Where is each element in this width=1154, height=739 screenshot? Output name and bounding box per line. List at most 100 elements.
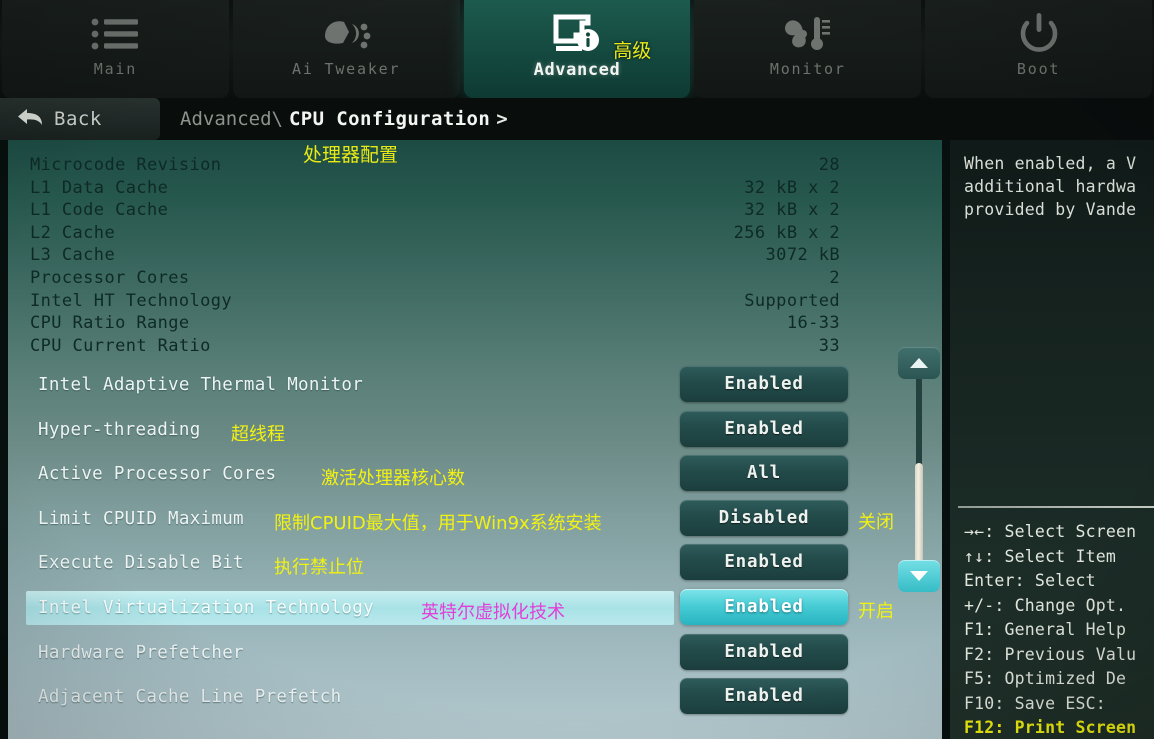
info-value: 32 kB x 2 [744, 200, 840, 221]
help-line: additional hardwa [964, 177, 1137, 196]
nav-tab-main[interactable]: Main [2, 0, 229, 98]
info-label: Microcode Revision [30, 155, 222, 175]
info-row: CPU Ratio Range 16-33 [30, 312, 840, 334]
setting-row[interactable]: Execute Disable Bit 执行禁止位 Enabled [16, 544, 926, 582]
setting-value-label: Enabled [724, 552, 804, 573]
nav-tab-label: Monitor [769, 60, 846, 78]
info-label: L3 Cache [30, 245, 116, 266]
setting-label: Hyper-threading [38, 419, 201, 440]
hotkey-item: →←: Select Screen [964, 522, 1137, 541]
fan-thermometer-icon [781, 12, 835, 56]
info-row: Intel HT Technology Supported [30, 290, 840, 312]
info-value: 3072 kB [765, 245, 840, 266]
hotkey-item: +/-: Change Opt. [964, 595, 1127, 615]
setting-value-button[interactable]: All [680, 455, 848, 492]
hotkey-item: F5: Optimized De [964, 669, 1127, 688]
info-row: L2 Cache 256 kB x 2 [30, 222, 840, 244]
info-label: L1 Code Cache [30, 200, 169, 221]
nav-tab-cn-annotation: 高级 [613, 40, 652, 62]
info-row: CPU Current Ratio 33 [30, 335, 840, 357]
nav-tab-monitor[interactable]: Monitor [694, 0, 922, 98]
info-row: L1 Code Cache 32 kB x 2 [30, 199, 840, 221]
setting-value-label: All [746, 463, 781, 484]
help-line: When enabled, a V [964, 154, 1137, 173]
main-settings-panel: Microcode Revision 28 L1 Data Cache 32 kB x… [8, 140, 942, 739]
breadcrumb: Advanced\ CPU Configuration > [180, 98, 508, 140]
setting-value-label: Enabled [724, 418, 804, 439]
power-icon [1017, 12, 1061, 56]
nav-tab-label: Ai Tweaker [292, 60, 401, 78]
back-button[interactable]: Back [0, 98, 160, 140]
bios-screen: Main Ai Tweaker Advanced 高级 Monitor Boot Back… [0, 0, 1154, 739]
info-label: CPU Current Ratio [30, 335, 211, 356]
setting-row[interactable]: Adjacent Cache Line Prefetch Enabled [16, 678, 926, 716]
hotkey-list: →←: Select Screen ↑↓: Select Item Enter: S… [964, 520, 1136, 739]
hotkey-item: ↑↓: Select Item [964, 546, 1117, 566]
setting-row[interactable]: Hardware Prefetcher Enabled [16, 633, 926, 672]
nav-tab-label: Advanced [533, 60, 621, 80]
nav-tab-label: Main [93, 60, 138, 78]
hotkey-item: F1: General Help [964, 620, 1127, 639]
setting-value-button[interactable]: Enabled [680, 410, 848, 447]
setting-value-button[interactable]: Enabled [680, 678, 848, 715]
setting-row[interactable]: Intel Virtualization Technology 英特尔虚拟化技术 E… [16, 589, 926, 627]
nav-tab-boot[interactable]: Boot [925, 0, 1152, 98]
setting-cn-annotation: 限制CPUID最大值，用于Win9x系统安装 [274, 512, 602, 534]
scroll-down-button[interactable] [898, 560, 940, 592]
hotkey-item: F12: Print Screen [964, 718, 1137, 737]
setting-value-button[interactable]: Enabled [680, 366, 848, 402]
nav-tab-advanced[interactable]: Advanced 高级 [463, 0, 691, 98]
setting-value-label: Enabled [724, 374, 804, 394]
info-label: Processor Cores [30, 268, 190, 288]
setting-label: Intel Virtualization Technology [38, 598, 374, 618]
info-row: L1 Data Cache 32 kB x 2 [30, 177, 840, 199]
info-value: Supported [744, 290, 840, 311]
setting-row[interactable]: Limit CPUID Maximum 限制CPUID最大值，用于Win9x系统安… [16, 499, 926, 538]
hotkey-item: F10: Save ESC: [964, 693, 1106, 713]
info-value: 256 kB x 2 [733, 222, 840, 243]
info-label: L2 Cache [30, 222, 116, 243]
hotkey-item: Enter: Select [964, 571, 1096, 590]
setting-value-button[interactable]: Enabled [680, 589, 848, 625]
setting-cn-annotation: 超线程 [231, 423, 285, 445]
list-icon [89, 12, 141, 56]
setting-row[interactable]: Intel Adaptive Thermal Monitor Enabled [16, 366, 926, 404]
setting-label: Execute Disable Bit [38, 553, 244, 574]
breadcrumb-arrow-icon: > [496, 108, 508, 130]
nav-tab-ai-tweaker[interactable]: Ai Tweaker [232, 0, 460, 98]
setting-value-button[interactable]: Enabled [680, 544, 848, 581]
info-row: L3 Cache 3072 kB [30, 244, 840, 266]
help-description-text: When enabled, a V additional hardwa provid… [964, 152, 1154, 221]
scroll-up-button[interactable] [898, 347, 940, 379]
help-panel: When enabled, a V additional hardwa provid… [950, 140, 1154, 739]
breadcrumb-parent[interactable]: Advanced\ [180, 108, 283, 130]
monitor-info-icon [551, 12, 603, 56]
setting-value-button[interactable]: Disabled [680, 499, 848, 536]
setting-value-button[interactable]: Enabled [680, 633, 848, 670]
setting-label: Limit CPUID Maximum [38, 508, 244, 529]
nav-tab-label: Boot [1016, 60, 1061, 78]
hotkey-separator [958, 506, 1154, 508]
setting-row[interactable]: Hyper-threading 超线程 Enabled [16, 410, 926, 449]
setting-value-label: Enabled [724, 641, 804, 662]
setting-label: Active Processor Cores [38, 464, 277, 485]
value-cn-annotation: 开启 [858, 601, 894, 622]
scrollbar-thumb[interactable] [915, 463, 923, 568]
top-navigation-bar: Main Ai Tweaker Advanced 高级 Monitor Boot [0, 0, 1154, 98]
info-label: L1 Data Cache [30, 177, 169, 198]
setting-value-label: Enabled [724, 686, 804, 707]
setting-value-label: Disabled [718, 507, 810, 528]
hotkey-legend: →←: Select Screen ↑↓: Select Item Enter: S… [950, 506, 1154, 739]
info-row: Microcode Revision 28 [30, 154, 840, 176]
back-label: Back [54, 108, 102, 130]
setting-label: Intel Adaptive Thermal Monitor [38, 375, 364, 395]
back-arrow-icon [14, 106, 44, 132]
info-value: 33 [818, 335, 840, 356]
help-line: provided by Vande [964, 200, 1137, 219]
info-value: 28 [818, 155, 840, 175]
tuning-icon [319, 12, 373, 56]
info-label: CPU Ratio Range [30, 313, 190, 334]
setting-cn-annotation: 激活处理器核心数 [321, 468, 465, 490]
setting-row[interactable]: Active Processor Cores 激活处理器核心数 All [16, 455, 926, 493]
scrollbar[interactable] [898, 347, 940, 592]
